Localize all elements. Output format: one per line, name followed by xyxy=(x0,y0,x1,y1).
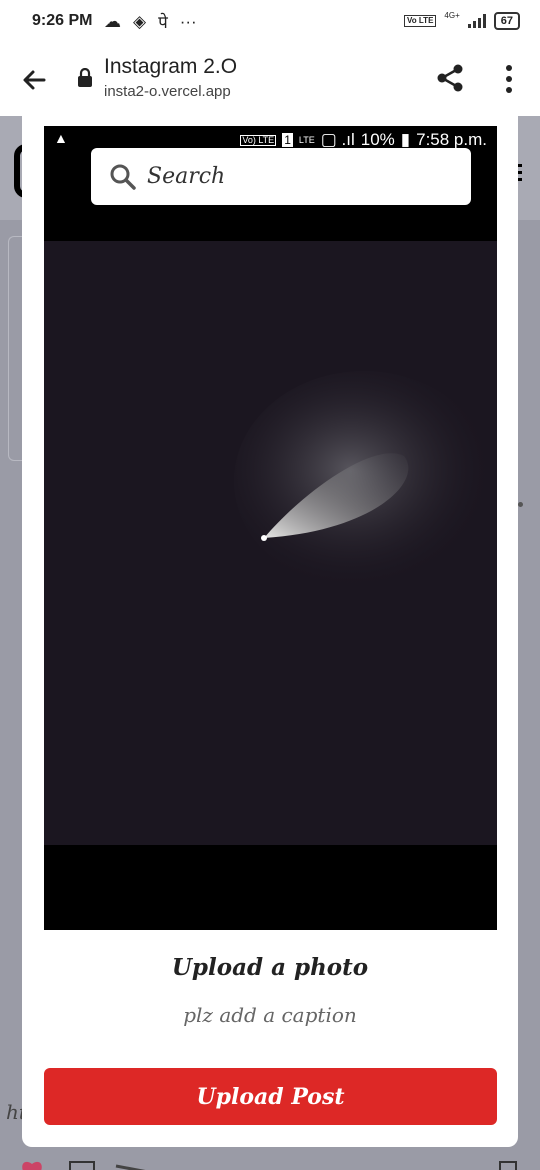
back-arrow-icon[interactable] xyxy=(18,64,50,96)
background-dot xyxy=(518,502,523,507)
photo-volte-icon: Vo) LTE xyxy=(240,134,277,146)
more-options-icon[interactable] xyxy=(496,62,522,96)
notification-icons: ☁ ◈ पे ··· xyxy=(104,10,197,33)
more-notifications-icon: ··· xyxy=(179,11,197,31)
photo-sim-icon: 1 xyxy=(282,133,293,147)
upload-post-button[interactable]: Upload Post xyxy=(44,1068,497,1125)
send-icon xyxy=(115,1164,146,1170)
caption-input[interactable] xyxy=(120,998,420,1032)
app-notification-icon: ◈ xyxy=(133,11,147,31)
share-icon[interactable] xyxy=(434,62,466,94)
system-icons: Vo LTE 4G+ 67 xyxy=(404,10,520,30)
lock-icon xyxy=(78,68,92,87)
warning-icon: ▲ xyxy=(54,130,68,146)
page-title[interactable]: Instagram 2.O xyxy=(104,55,237,79)
search-icon xyxy=(110,164,136,190)
upload-heading: Upload a photo xyxy=(171,954,369,981)
heart-icon xyxy=(22,1161,42,1170)
browser-toolbar: Instagram 2.O insta2-o.vercel.app xyxy=(0,46,540,116)
volte-icon: Vo LTE xyxy=(404,15,437,27)
photo-time: 7:58 p.m. xyxy=(416,130,487,149)
photo-battery-icon: ▮ xyxy=(400,130,411,149)
bookmark-icon xyxy=(499,1161,517,1170)
comet-light-image xyxy=(234,371,494,591)
search-input[interactable] xyxy=(147,158,447,194)
status-time: 9:26 PM xyxy=(32,12,93,29)
signal-icon xyxy=(467,14,486,28)
cloud-icon: ☁ xyxy=(104,11,121,31)
photo-preview[interactable]: ▲ Vo) LTE 1 LTE ▢ .ıl 10% ▮ 7:58 p.m. xyxy=(44,126,497,930)
photo-lte-icon: LTE xyxy=(298,135,315,145)
comment-icon xyxy=(69,1161,95,1170)
network-type: 4G+ xyxy=(444,10,460,20)
page-url[interactable]: insta2-o.vercel.app xyxy=(104,83,231,100)
phonepe-icon: पे xyxy=(158,13,168,32)
background-post-actions xyxy=(22,1161,517,1170)
status-bar: 9:26 PM ☁ ◈ पे ··· Vo LTE 4G+ 67 xyxy=(0,0,540,46)
photo-signal-icon: ▢ .ıl xyxy=(320,130,355,149)
battery-icon: 67 xyxy=(493,12,520,30)
search-bar[interactable] xyxy=(91,148,471,205)
photo-battery-text: 10% xyxy=(360,130,395,149)
